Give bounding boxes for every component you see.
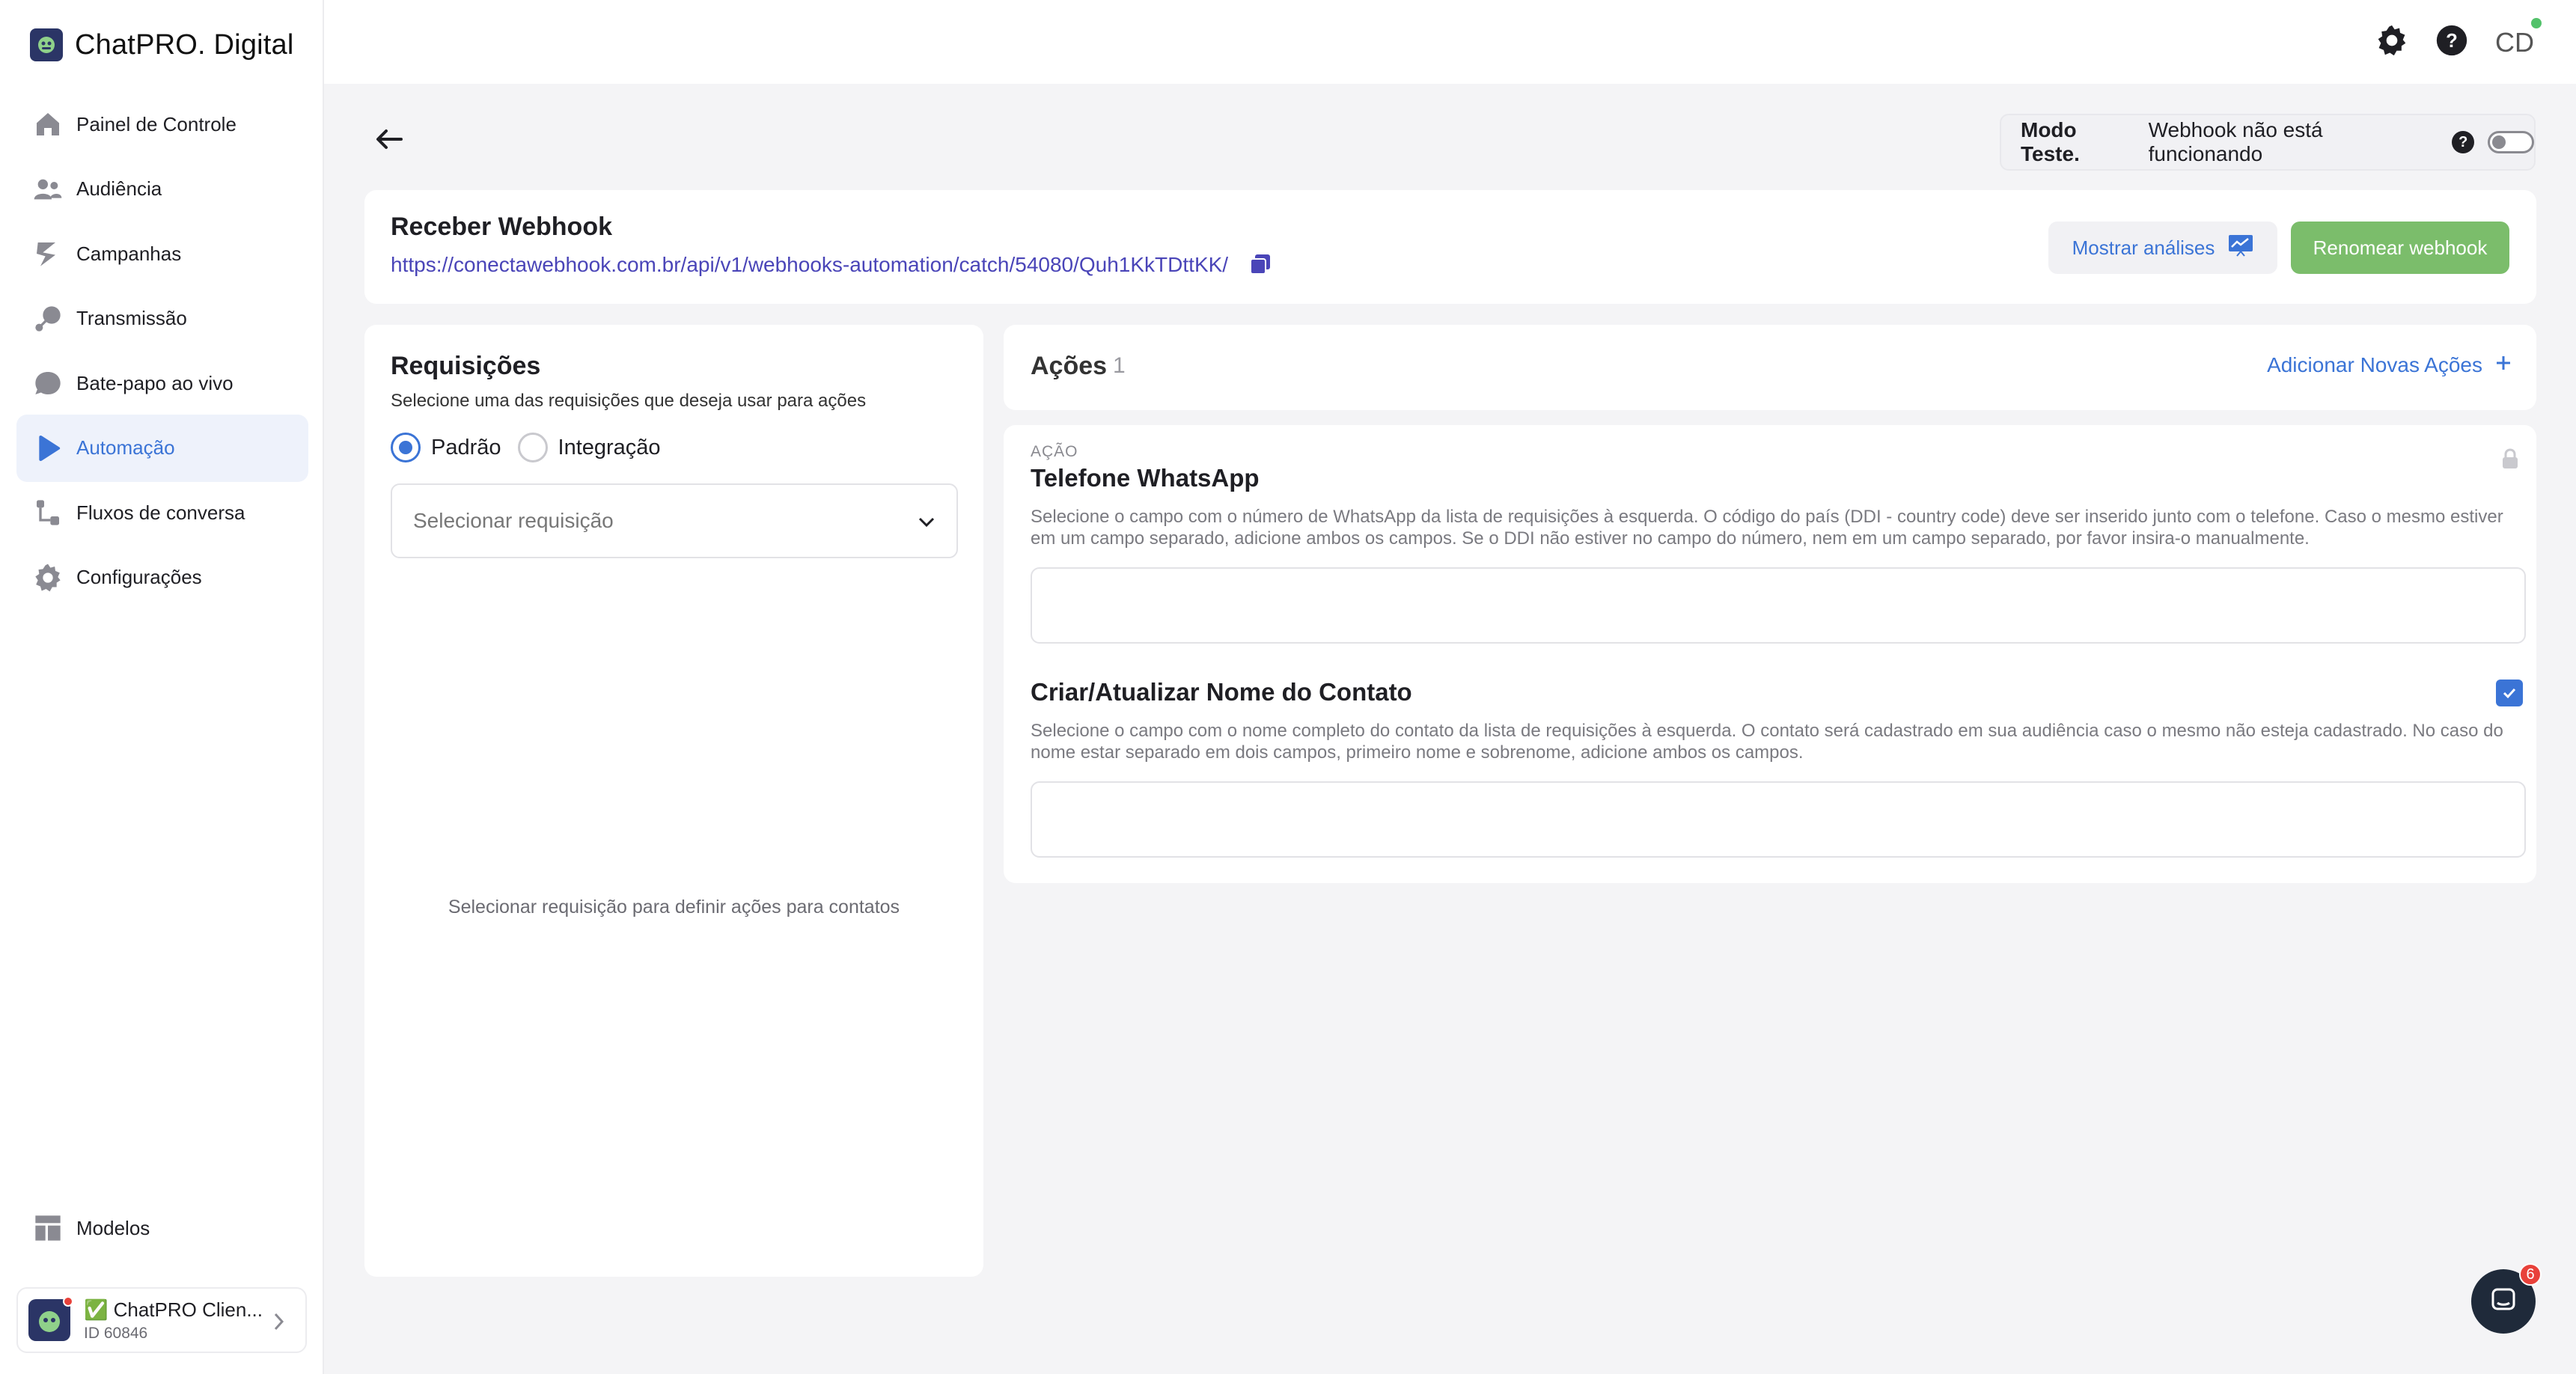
chat-widget-button[interactable]: 6: [2471, 1263, 2542, 1334]
sidebar-item-label: Transmissão: [76, 307, 187, 329]
sidebar-bottom: Modelos: [16, 1194, 308, 1262]
copy-icon[interactable]: [1248, 251, 1273, 281]
sidebar-item-label: Automação: [76, 436, 175, 459]
radio-integration[interactable]: [517, 433, 548, 462]
analytics-label: Mostrar análises: [2072, 236, 2215, 259]
name-field-input[interactable]: [1031, 781, 2526, 858]
test-mode-status: Webhook não está funcionando: [2148, 118, 2323, 165]
phone-field-input[interactable]: [1031, 567, 2526, 644]
request-select-placeholder: Selecionar requisição: [413, 509, 614, 532]
sidebar-item-audience[interactable]: Audiência: [16, 156, 308, 223]
requests-subtitle: Selecione uma das requisições que deseja…: [391, 391, 867, 411]
sidebar-item-dashboard[interactable]: Painel de Controle: [16, 91, 308, 158]
flow-icon: [31, 496, 64, 529]
phone-field-description: Selecione o campo com o número de WhatsA…: [1031, 507, 2503, 549]
analytics-chart-icon: [2228, 234, 2253, 262]
user-initials: CD: [2495, 26, 2534, 58]
brand[interactable]: ChatPRO. Digital: [30, 27, 294, 63]
add-actions-label: Adicionar Novas Ações: [2267, 353, 2482, 376]
sidebar-item-label: Configurações: [76, 566, 202, 588]
requests-panel: Requisições Selecione uma das requisiçõe…: [364, 325, 983, 1277]
home-icon: [31, 108, 64, 141]
user-avatar[interactable]: CD: [2495, 17, 2542, 58]
account-id: ID 60846: [84, 1324, 148, 1342]
broadcast-icon: [31, 302, 64, 335]
requests-title: Requisições: [391, 352, 541, 380]
actions-header: Ações 1 Adicionar Novas Ações: [1004, 325, 2536, 410]
lock-icon: [2500, 448, 2520, 474]
sidebar-item-broadcast[interactable]: Transmissão: [16, 285, 308, 352]
sidebar: ChatPRO. Digital Painel de Controle Audi…: [0, 0, 324, 1374]
webhook-title: Receber Webhook: [391, 213, 613, 241]
chat-unread-badge: 6: [2519, 1263, 2542, 1286]
requests-empty-state: Selecionar requisição para definir ações…: [448, 897, 900, 917]
plus-icon: [2494, 353, 2512, 377]
show-analytics-button[interactable]: Mostrar análises: [2048, 222, 2277, 274]
test-mode-toggle[interactable]: [2488, 131, 2534, 153]
action-kicker: AÇÃO: [1031, 443, 1078, 460]
sidebar-item-settings[interactable]: Configurações: [16, 544, 308, 611]
rename-webhook-button[interactable]: Renomear webhook: [2291, 222, 2509, 274]
test-mode-label: Modo Teste.: [2021, 118, 2080, 165]
chevron-right-icon: [269, 1311, 287, 1336]
back-arrow-icon[interactable]: [374, 124, 404, 158]
actions-count: 1: [1113, 353, 1126, 378]
avatar: [28, 1296, 73, 1341]
action-card: AÇÃO Telefone WhatsApp Selecione o campo…: [1004, 425, 2536, 883]
gear-icon: [31, 561, 64, 594]
webhook-card: Receber Webhook https://conectawebhook.c…: [364, 190, 2536, 304]
sidebar-item-label: Fluxos de conversa: [76, 501, 245, 524]
sidebar-item-campaigns[interactable]: Campanhas: [16, 220, 308, 287]
sidebar-item-label: Bate-papo ao vivo: [76, 371, 234, 394]
templates-icon: [31, 1212, 64, 1245]
chat-bubble-icon: [31, 367, 64, 400]
automation-icon: [31, 432, 64, 465]
campaign-icon: [31, 237, 64, 270]
help-icon[interactable]: ?: [2452, 131, 2475, 153]
request-type-radios: Padrão Integração: [391, 433, 677, 462]
name-field-description: Selecione o campo com o nome completo do…: [1031, 721, 2503, 763]
sidebar-nav: Painel de Controle Audiência Campanhas T…: [16, 91, 308, 611]
webhook-url[interactable]: https://conectawebhook.com.br/api/v1/web…: [391, 253, 1228, 277]
chevron-down-icon: [916, 512, 937, 538]
actions-title: Ações: [1031, 352, 1108, 380]
name-field-title: Criar/Atualizar Nome do Contato: [1031, 678, 1412, 706]
name-field-checkbox[interactable]: [2496, 680, 2523, 706]
request-select[interactable]: Selecionar requisição: [391, 483, 958, 558]
sidebar-item-live-chat[interactable]: Bate-papo ao vivo: [16, 349, 308, 417]
brand-name: ChatPRO. Digital: [75, 28, 294, 61]
settings-gear-icon[interactable]: [2375, 24, 2408, 61]
svg-text:?: ?: [2446, 31, 2458, 52]
brand-logo-icon: [30, 28, 63, 61]
account-name: ✅ ChatPRO Clien...: [84, 1298, 263, 1321]
top-bar: ? CD: [324, 0, 2576, 84]
sidebar-item-flows[interactable]: Fluxos de conversa: [16, 479, 308, 546]
add-actions-button[interactable]: Adicionar Novas Ações: [2267, 353, 2512, 377]
sidebar-item-label: Audiência: [76, 177, 162, 200]
notification-dot: [63, 1296, 73, 1307]
online-status-dot: [2531, 17, 2542, 28]
sidebar-item-automation[interactable]: Automação: [16, 414, 308, 482]
sidebar-item-label: Campanhas: [76, 242, 182, 265]
sidebar-item-templates[interactable]: Modelos: [16, 1194, 308, 1262]
test-mode-bar: Modo Teste. Webhook não está funcionando…: [2000, 114, 2536, 171]
chat-icon: [2488, 1285, 2518, 1319]
sidebar-item-label: Painel de Controle: [76, 112, 236, 135]
help-icon[interactable]: ?: [2435, 24, 2468, 61]
radio-default[interactable]: [391, 433, 421, 462]
sidebar-item-label: Modelos: [76, 1216, 150, 1239]
users-icon: [31, 173, 64, 206]
radio-default-label[interactable]: Padrão: [431, 436, 501, 460]
account-switcher[interactable]: ✅ ChatPRO Clien... ID 60846: [16, 1287, 307, 1353]
phone-field-title: Telefone WhatsApp: [1031, 464, 1260, 492]
radio-integration-label[interactable]: Integração: [558, 436, 661, 460]
